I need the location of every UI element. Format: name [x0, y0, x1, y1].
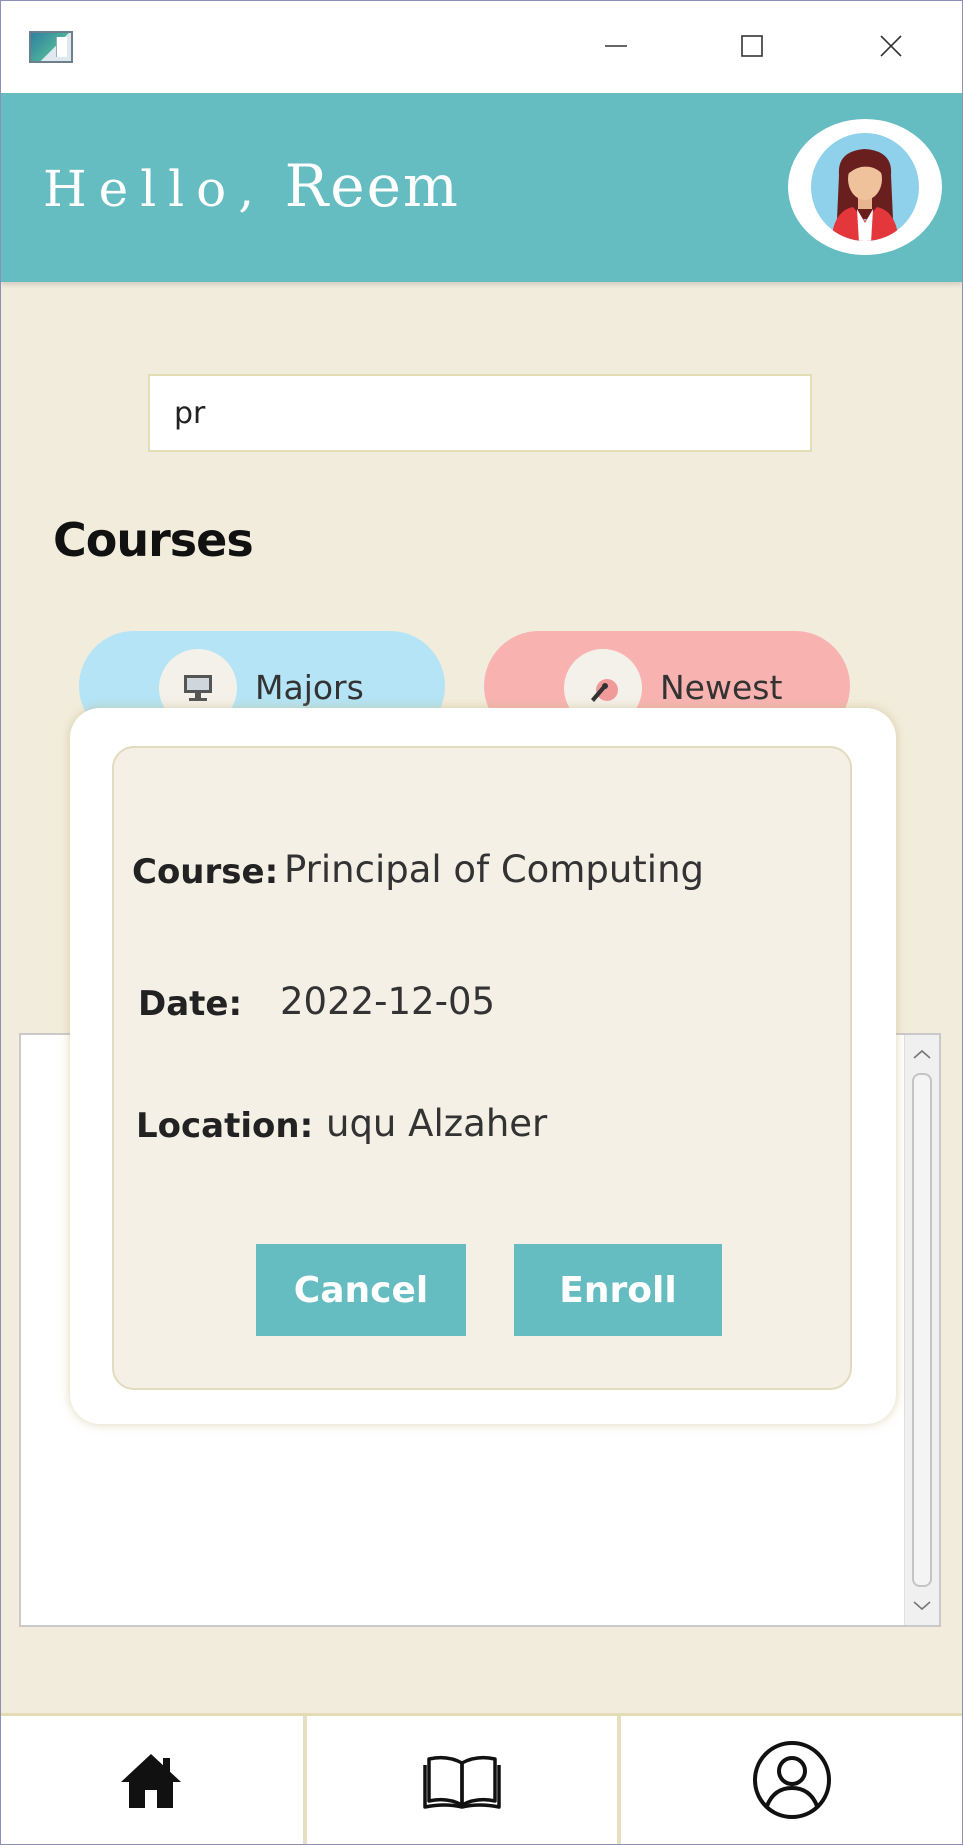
- nav-profile[interactable]: [621, 1716, 962, 1844]
- app-icon: [29, 31, 73, 63]
- nav-courses[interactable]: [307, 1716, 617, 1844]
- profile-icon: [752, 1741, 831, 1819]
- nav-home[interactable]: [1, 1716, 301, 1844]
- location-label: Location:: [136, 1106, 314, 1146]
- home-icon: [121, 1754, 181, 1808]
- enroll-button[interactable]: Enroll: [514, 1244, 722, 1336]
- enroll-dialog: Course: Principal of Computing Date: 202…: [70, 708, 896, 1424]
- greeting-user-name: Reem: [284, 152, 460, 220]
- location-value: uqu Alzaher: [326, 1102, 548, 1145]
- greeting-hello: Hello,: [43, 160, 267, 218]
- scroll-up-button[interactable]: [905, 1037, 939, 1071]
- date-value: 2022-12-05: [280, 980, 496, 1023]
- chevron-down-icon: [913, 1601, 931, 1611]
- title-bar: [1, 1, 962, 93]
- chevron-up-icon: [913, 1049, 931, 1059]
- cancel-button[interactable]: Cancel: [256, 1244, 466, 1336]
- maximize-button[interactable]: [717, 21, 787, 71]
- close-icon: [880, 35, 902, 57]
- course-label: Course:: [132, 852, 279, 892]
- courses-heading: Courses: [53, 513, 254, 567]
- minimize-icon: [605, 45, 627, 47]
- greeting-text: Hello, Reem: [43, 151, 460, 224]
- app-window: Hello, Reem Courses: [0, 0, 963, 1845]
- search-input[interactable]: [148, 374, 812, 452]
- bottom-navigation: [1, 1713, 962, 1844]
- vertical-scrollbar[interactable]: [904, 1035, 939, 1625]
- maximize-icon: [741, 35, 763, 57]
- course-value: Principal of Computing: [284, 848, 705, 891]
- close-button[interactable]: [856, 21, 926, 71]
- minimize-button[interactable]: [581, 21, 651, 71]
- avatar[interactable]: [788, 119, 942, 255]
- scroll-down-button[interactable]: [905, 1589, 939, 1623]
- user-avatar-icon: [811, 133, 919, 241]
- book-icon: [423, 1755, 501, 1809]
- scroll-thumb[interactable]: [912, 1073, 932, 1587]
- date-label: Date:: [138, 984, 243, 1024]
- header-bar: Hello, Reem: [1, 93, 962, 282]
- enroll-dialog-panel: Course: Principal of Computing Date: 202…: [112, 746, 852, 1390]
